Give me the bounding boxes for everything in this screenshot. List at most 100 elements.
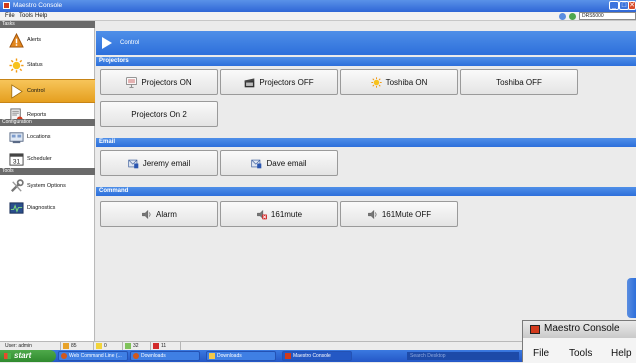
menu-tools[interactable]: Tools [19, 13, 33, 19]
close-button[interactable]: ✕ [628, 1, 636, 10]
sidebar-item-system-options[interactable]: System Options [0, 175, 95, 199]
locations-icon [9, 132, 24, 144]
breadcrumb-label: Control [120, 40, 140, 46]
projectors-on-2-button[interactable]: Projectors On 2 [100, 101, 218, 127]
button-label: Toshiba ON [385, 77, 428, 87]
warning-icon [9, 33, 24, 48]
taskbar-item-downloads-1[interactable]: Downloads [130, 351, 200, 361]
taskbar-item-maestro-console[interactable]: Maestro Console [282, 351, 352, 361]
sidebar-item-label: Locations [27, 134, 51, 140]
sidebar-item-locations[interactable]: Locations [0, 126, 95, 150]
title-bar: Maestro Console _ □ ✕ [0, 0, 636, 12]
app-icon [530, 325, 540, 334]
taskbar-item-label: Downloads [141, 353, 166, 359]
toshiba-on-button[interactable]: Toshiba ON [340, 69, 458, 95]
minimize-button[interactable]: _ [609, 1, 619, 10]
main-content: Control Projectors Projectors ON Project… [96, 21, 636, 341]
start-button[interactable]: start [0, 350, 56, 362]
sidebar-item-alerts[interactable]: Alerts [0, 29, 95, 53]
sidebar-item-label: Alerts [27, 37, 42, 43]
play-icon [11, 84, 23, 99]
breadcrumb: Control [96, 31, 636, 55]
sidebar-item-status[interactable]: Status [0, 54, 95, 78]
sidebar-item-label: Diagnostics [27, 205, 56, 211]
sidebar-section-configuration: Configuration [0, 119, 95, 126]
email-icon [251, 159, 262, 168]
alert-count-warning[interactable]: 85 [63, 343, 77, 349]
alarm-button[interactable]: Alarm [100, 201, 218, 227]
sidebar-item-label: Reports [27, 112, 47, 118]
email-icon [128, 159, 139, 168]
jeremy-email-button[interactable]: Jeremy email [100, 150, 218, 176]
folder-icon [209, 353, 215, 359]
taskbar-item-label: Maestro Console [293, 353, 331, 359]
side-panel-tab[interactable] [627, 278, 636, 318]
start-label: start [14, 351, 32, 360]
overlay-menu-tools[interactable]: Tools [569, 348, 592, 359]
diagnostics-icon [9, 202, 24, 214]
161mute-button[interactable]: 161mute [220, 201, 338, 227]
overlay-menu-help[interactable]: Help [611, 348, 632, 359]
count-value: 85 [71, 343, 77, 349]
ok-icon [125, 343, 131, 349]
device-select[interactable]: DRS5000 [579, 12, 636, 20]
toshiba-off-button[interactable]: Toshiba OFF [460, 69, 578, 95]
overlay-menu-file[interactable]: File [533, 348, 549, 359]
sidebar-section-tasks: Tasks [0, 21, 95, 28]
button-label: Alarm [156, 209, 177, 219]
sidebar: Tasks Alerts Status Control Reports Conf… [0, 21, 95, 341]
menu-bar: File Tools Help DRS5000 [0, 12, 636, 21]
section-email: Email [96, 138, 636, 147]
notice-icon [96, 343, 102, 349]
sidebar-item-control[interactable]: Control [0, 79, 95, 103]
taskbar-item-downloads-2[interactable]: Downloads [206, 351, 276, 361]
search-desktop-input[interactable]: Search Desktop [407, 352, 519, 360]
windows-logo-icon [4, 353, 11, 359]
play-icon [102, 37, 112, 49]
button-label: 161Mute OFF [381, 209, 432, 219]
overlay-window-title: Maestro Console [544, 323, 620, 334]
speaker-icon [142, 209, 151, 219]
browser-icon [61, 353, 67, 359]
sidebar-item-label: Status [27, 62, 43, 68]
161mute-off-button[interactable]: 161Mute OFF [340, 201, 458, 227]
menu-file[interactable]: File [5, 13, 15, 19]
taskbar-item-web-command-line[interactable]: Web Command Line (... [58, 351, 128, 361]
button-label: Jeremy email [142, 158, 191, 168]
section-projectors: Projectors [96, 57, 636, 66]
projectors-off-button[interactable]: Projectors OFF [220, 69, 338, 95]
svg-text:31: 31 [13, 159, 21, 166]
count-value: 0 [104, 343, 107, 349]
overlay-window[interactable]: Maestro Console File Tools Help [522, 320, 636, 363]
button-label: 161mute [270, 209, 303, 219]
count-value: 32 [133, 343, 139, 349]
user-label: User: admin [5, 343, 32, 349]
alert-count-error[interactable]: 11 [153, 343, 166, 349]
sidebar-item-label: Control [27, 88, 45, 94]
sun-icon [9, 58, 24, 73]
film-icon [245, 77, 255, 87]
taskbar-item-label: Downloads [217, 353, 242, 359]
connected-icon[interactable] [569, 13, 576, 20]
warning-icon [63, 343, 69, 349]
section-command: Command [96, 187, 636, 196]
dave-email-button[interactable]: Dave email [220, 150, 338, 176]
sidebar-item-label: Scheduler [27, 156, 52, 162]
wrench-icon [10, 179, 24, 193]
alert-count-ok[interactable]: 32 [125, 343, 139, 349]
overlay-title-bar[interactable]: Maestro Console [523, 321, 636, 338]
sidebar-section-tools: Tools [0, 168, 95, 175]
menu-help[interactable]: Help [35, 13, 47, 19]
count-value: 11 [161, 343, 167, 349]
app-icon [285, 353, 291, 359]
projectors-on-button[interactable]: Projectors ON [100, 69, 218, 95]
sidebar-item-diagnostics[interactable]: Diagnostics [0, 197, 95, 221]
taskbar-item-label: Web Command Line (... [69, 353, 122, 359]
speaker-mute-icon [257, 209, 267, 219]
alert-count-notice[interactable]: 0 [96, 343, 107, 349]
globe-icon[interactable] [559, 13, 566, 20]
button-label: Projectors OFF [259, 77, 314, 87]
overlay-menu-bar: File Tools Help [523, 338, 636, 363]
browser-icon [133, 353, 139, 359]
sidebar-item-label: System Options [27, 183, 66, 189]
